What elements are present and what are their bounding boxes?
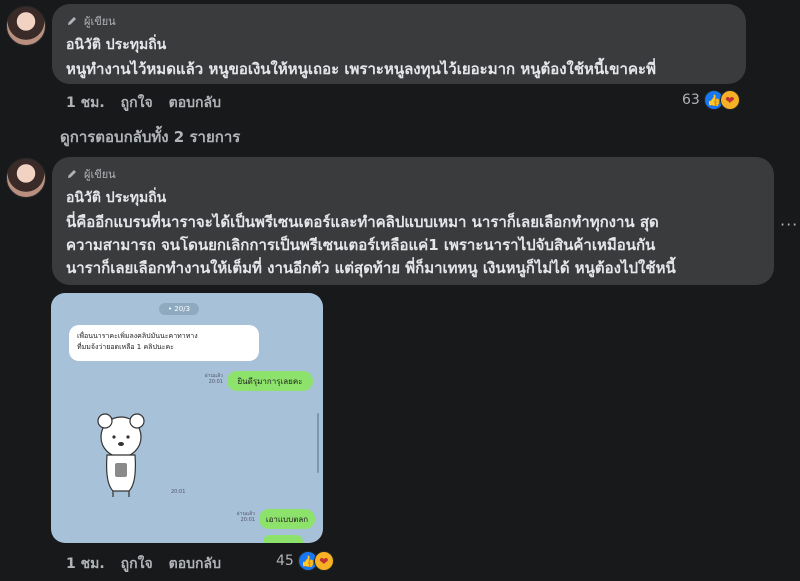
more-options-button[interactable]: ··· bbox=[780, 215, 798, 234]
reply-button[interactable]: ตอบกลับ bbox=[169, 553, 221, 575]
chat-date-pill: • 20/3 bbox=[159, 303, 199, 315]
comment-bubble: ผู้เขียน อนิวัติ ประทุมถิ่น นี่คืออีกแบร… bbox=[52, 157, 774, 285]
care-icon: ❤ bbox=[313, 551, 334, 571]
comment-text-line: ความสามารถ จนโดนยกเลิกการเป็นพรีเซนเตอร์… bbox=[66, 236, 656, 254]
comment-author[interactable]: อนิวัติ ประทุมถิ่น bbox=[66, 34, 732, 56]
chat-message-sent: เอาแบบตลก bbox=[259, 509, 315, 529]
comment-author[interactable]: อนิวัติ ประทุมถิ่น bbox=[66, 187, 760, 209]
bear-sticker-icon bbox=[97, 413, 145, 497]
chat-message-line: ที่มมจ้งว่ายอดเหลือ 1 คลิปนะคะ bbox=[77, 343, 174, 351]
reaction-count: 45 bbox=[276, 553, 294, 569]
reaction-count: 63 bbox=[682, 92, 700, 108]
reply-button[interactable]: ตอบกลับ bbox=[169, 92, 221, 114]
reaction-summary[interactable]: 63 👍 ❤ bbox=[682, 90, 740, 110]
comment-text: หนูทำงานไว้หมดแล้ว หนูขอเงินให้หนูเถอะ เ… bbox=[66, 60, 656, 78]
chat-message-received: เพื่อนนาราคะเพิ่มลงคลิปมันนะคาทาทาง ที่ม… bbox=[69, 325, 259, 361]
author-badge-label: ผู้เขียน bbox=[84, 168, 116, 181]
avatar[interactable] bbox=[6, 6, 46, 46]
comment-actions: 1 ชม. ถูกใจ ตอบกลับ bbox=[66, 553, 221, 575]
chat-message-sent: ยินดีรุมาการุเลยคะ bbox=[227, 371, 313, 391]
like-button[interactable]: ถูกใจ bbox=[121, 92, 153, 114]
author-badge: ผู้เขียน bbox=[66, 12, 732, 30]
comment-time[interactable]: 1 ชม. bbox=[66, 553, 105, 575]
avatar[interactable] bbox=[6, 158, 46, 198]
comment-text-line: นี่คืออีกแบรนที่นาราจะได้เป็นพรีเซนเตอร์… bbox=[66, 213, 659, 231]
chat-read-time: อ่านแล้ว 20:01 bbox=[204, 373, 223, 385]
comment-bubble: ผู้เขียน อนิวัติ ประทุมถิ่น หนูทำงานไว้ห… bbox=[52, 4, 746, 84]
pen-icon bbox=[68, 170, 76, 178]
attached-chat-screenshot[interactable]: • 20/3 เพื่อนนาราคะเพิ่มลงคลิปมันนะคาทาท… bbox=[51, 293, 323, 543]
view-replies-link[interactable]: ดูการตอบกลับทั้ง 2 รายการ bbox=[60, 125, 240, 149]
comment-text-line: นาราก็เลยเลือกทำงานให้เต็มที่ งานอีกตัว … bbox=[66, 259, 676, 277]
chat-message-line: เพื่อนนาราคะเพิ่มลงคลิปมันนะคาทาทาง bbox=[77, 332, 198, 340]
chat-scrollbar bbox=[317, 413, 319, 473]
reaction-summary[interactable]: 45 👍 ❤ bbox=[276, 551, 334, 571]
chat-read-time: อ่านแล้ว 20:01 bbox=[236, 511, 255, 523]
comment-actions: 1 ชม. ถูกใจ ตอบกลับ bbox=[66, 92, 221, 114]
author-badge: ผู้เขียน bbox=[66, 165, 760, 183]
chat-time: 20:01 bbox=[171, 489, 186, 495]
pen-icon bbox=[68, 17, 76, 25]
comment-time[interactable]: 1 ชม. bbox=[66, 92, 105, 114]
chat-message-sent-partial bbox=[263, 535, 303, 543]
author-badge-label: ผู้เขียน bbox=[84, 15, 116, 28]
like-button[interactable]: ถูกใจ bbox=[121, 553, 153, 575]
care-icon: ❤ bbox=[719, 90, 740, 110]
